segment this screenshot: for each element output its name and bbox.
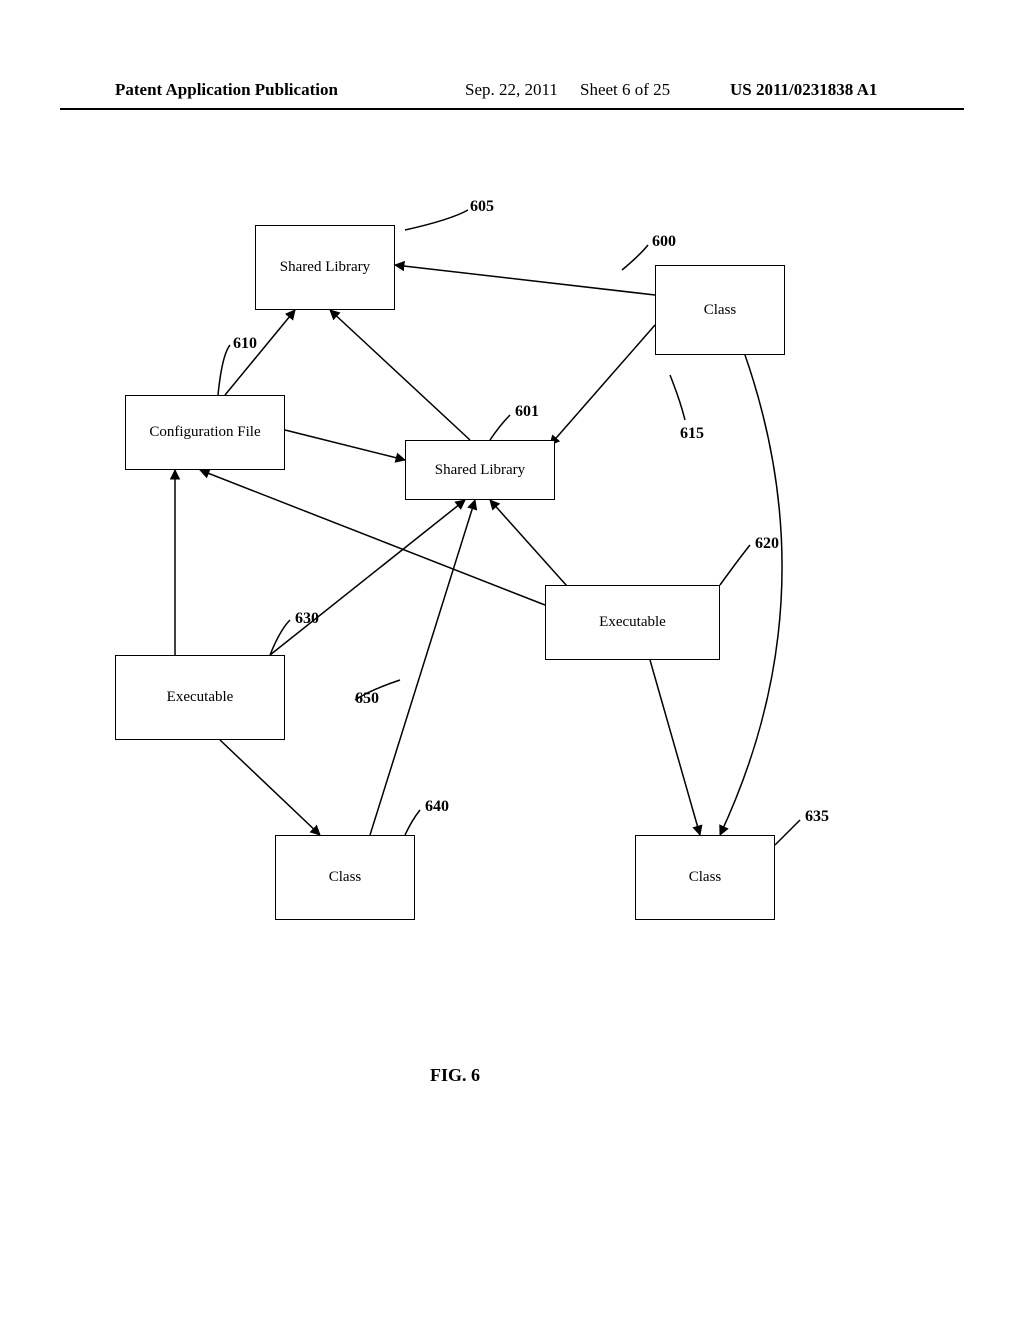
node-label: Executable (599, 614, 666, 631)
node-executable-630: Executable (115, 655, 285, 740)
ref-635: 635 (805, 808, 829, 826)
ref-605: 605 (470, 198, 494, 216)
node-label: Shared Library (435, 462, 525, 479)
node-executable-620: Executable (545, 585, 720, 660)
ref-630: 630 (295, 610, 319, 628)
ref-650: 650 (355, 690, 379, 708)
ref-600: 600 (652, 233, 676, 251)
ref-640: 640 (425, 798, 449, 816)
node-shared-library-601: Shared Library (405, 440, 555, 500)
ref-615: 615 (680, 425, 704, 443)
node-label: Class (704, 302, 737, 319)
figure-label: FIG. 6 (430, 1065, 480, 1086)
ref-610: 610 (233, 335, 257, 353)
node-label: Configuration File (149, 424, 260, 441)
diagram: Shared Library Class Configuration File … (0, 0, 1024, 1320)
ref-601: 601 (515, 403, 539, 421)
node-class-635: Class (635, 835, 775, 920)
ref-620: 620 (755, 535, 779, 553)
node-label: Executable (167, 689, 234, 706)
node-class-600: Class (655, 265, 785, 355)
node-shared-library-605: Shared Library (255, 225, 395, 310)
node-label: Class (329, 869, 362, 886)
page: Patent Application Publication Sep. 22, … (0, 0, 1024, 1320)
node-class-640: Class (275, 835, 415, 920)
node-label: Class (689, 869, 722, 886)
node-config-file-610: Configuration File (125, 395, 285, 470)
node-label: Shared Library (280, 259, 370, 276)
